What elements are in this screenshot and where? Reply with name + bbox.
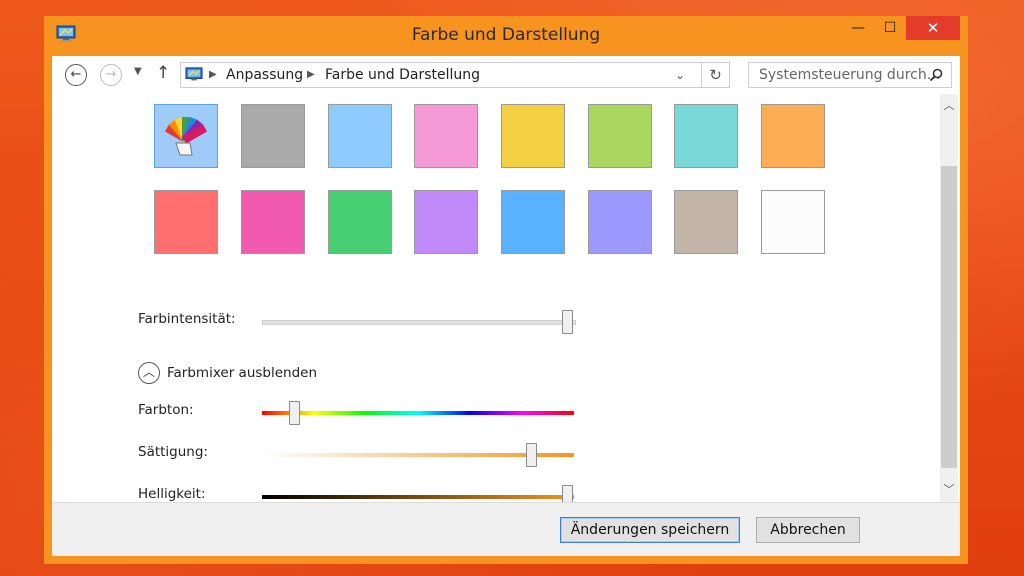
- control-panel-window: Farbe und Darstellung — ☐ ✕ ← → ▼ ↑ ▶ An…: [44, 16, 968, 564]
- navigation-bar: ← → ▼ ↑ ▶ Anpassung ▶ Farbe und Darstell…: [52, 56, 960, 94]
- address-bar[interactable]: ▶ Anpassung ▶ Farbe und Darstellung ⌄: [180, 62, 702, 88]
- chevron-down-icon[interactable]: ⌄: [675, 68, 685, 82]
- title-bar[interactable]: Farbe und Darstellung — ☐ ✕: [44, 16, 968, 52]
- hue-track[interactable]: [262, 411, 574, 415]
- color-swatch-gray[interactable]: [241, 104, 305, 168]
- dialog-footer: Änderungen speichern Abbrechen: [52, 502, 960, 556]
- breadcrumb-item-farbe-und-darstellung[interactable]: Farbe und Darstellung: [325, 67, 480, 83]
- scrollbar-thumb[interactable]: [941, 166, 957, 468]
- color-swatch-white[interactable]: [761, 190, 825, 254]
- color-swatch-custom[interactable]: [154, 104, 218, 168]
- breadcrumb-separator-icon: ▶: [209, 69, 217, 80]
- color-swatch-lime[interactable]: [588, 104, 652, 168]
- color-intensity-slider-thumb[interactable]: [562, 310, 573, 334]
- search-box[interactable]: Systemsteuerung durch…: [748, 62, 952, 88]
- color-swatch-lavender[interactable]: [588, 190, 652, 254]
- mixer-toggle-button[interactable]: ︿: [138, 362, 160, 384]
- maximize-button[interactable]: ☐: [876, 16, 904, 40]
- color-intensity-track[interactable]: [262, 320, 576, 325]
- arrow-left-icon: ←: [70, 67, 82, 82]
- scroll-up-icon[interactable]: ︿: [940, 98, 958, 114]
- window-title: Farbe und Darstellung: [411, 25, 601, 45]
- breadcrumb-item-anpassung[interactable]: Anpassung: [226, 67, 303, 83]
- vertical-scrollbar[interactable]: ︿ ﹀: [940, 94, 958, 502]
- save-changes-button[interactable]: Änderungen speichern: [560, 517, 740, 543]
- arrow-right-icon: →: [105, 67, 117, 82]
- close-button[interactable]: ✕: [906, 16, 960, 40]
- brightness-track[interactable]: [262, 495, 574, 499]
- saturation-label: Sättigung:: [138, 444, 208, 460]
- color-swatch-magenta[interactable]: [241, 190, 305, 254]
- color-swatch-orange[interactable]: [761, 104, 825, 168]
- color-swatch-pink[interactable]: [414, 104, 478, 168]
- color-swatch-green[interactable]: [328, 190, 392, 254]
- control-panel-icon: [185, 67, 203, 81]
- refresh-icon: ↻: [709, 66, 722, 84]
- back-button[interactable]: ←: [65, 64, 87, 86]
- search-icon[interactable]: [929, 68, 943, 82]
- mixer-toggle-label[interactable]: Farbmixer ausblenden: [167, 365, 317, 381]
- up-arrow-icon[interactable]: ↑: [156, 63, 170, 83]
- color-intensity-label: Farbintensität:: [138, 311, 236, 327]
- search-placeholder: Systemsteuerung durch…: [759, 67, 941, 83]
- hue-label: Farbton:: [138, 402, 194, 418]
- chevron-up-icon: ︿: [142, 365, 155, 379]
- color-swatch-blue[interactable]: [501, 190, 565, 254]
- brightness-label: Helligkeit:: [138, 486, 206, 502]
- color-swatch-light-blue[interactable]: [328, 104, 392, 168]
- color-swatch-purple[interactable]: [414, 190, 478, 254]
- color-swatch-yellow[interactable]: [501, 104, 565, 168]
- cancel-button[interactable]: Abbrechen: [756, 517, 860, 543]
- color-swatch-teal[interactable]: [674, 104, 738, 168]
- saturation-slider-thumb[interactable]: [526, 443, 537, 467]
- content-area: Farbintensität: ︿ Farbmixer ausblenden F…: [52, 94, 960, 502]
- scroll-down-icon[interactable]: ﹀: [940, 482, 958, 498]
- color-palette-icon: [164, 116, 208, 156]
- hue-slider-thumb[interactable]: [289, 401, 300, 425]
- brightness-slider-thumb[interactable]: [562, 485, 573, 502]
- refresh-button[interactable]: ↻: [702, 62, 730, 88]
- color-swatch-taupe[interactable]: [674, 190, 738, 254]
- color-swatch-red[interactable]: [154, 190, 218, 254]
- breadcrumb-separator-icon: ▶: [307, 69, 315, 80]
- recent-locations-chevron-icon[interactable]: ▼: [134, 66, 142, 77]
- forward-button[interactable]: →: [100, 64, 122, 86]
- minimize-button[interactable]: —: [844, 16, 872, 40]
